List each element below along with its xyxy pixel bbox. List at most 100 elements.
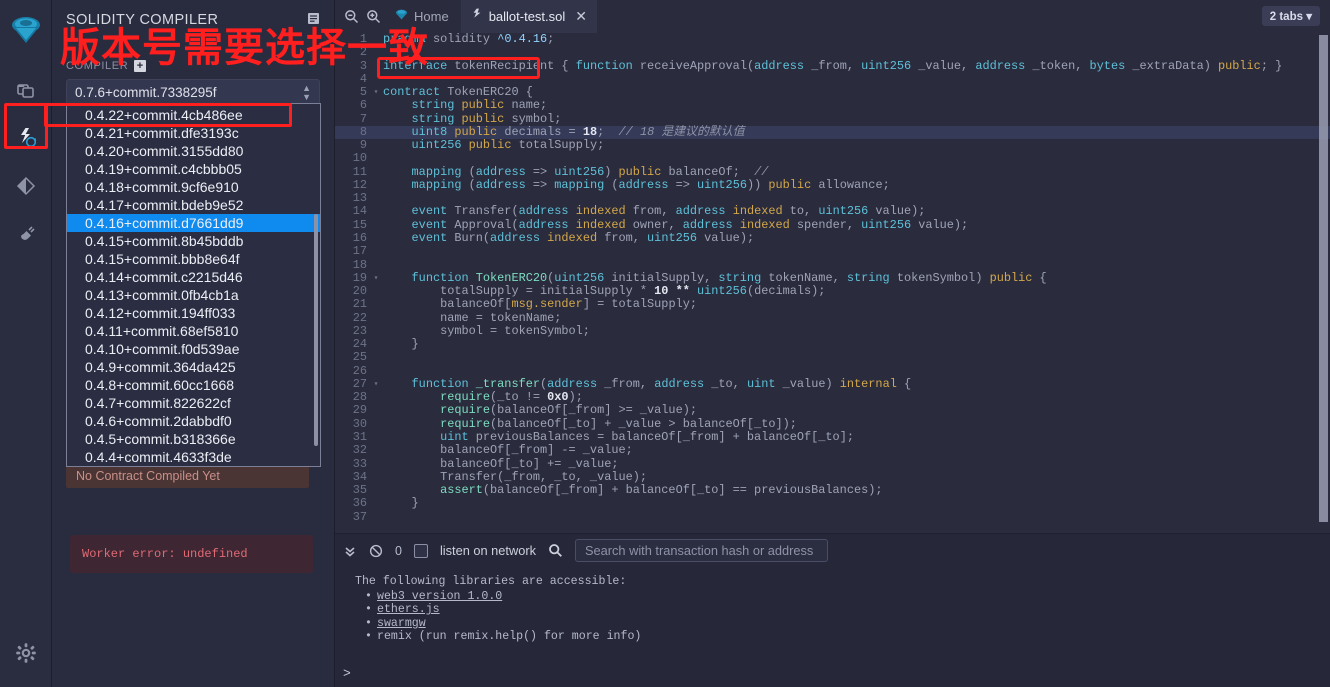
dropdown-item[interactable]: 0.4.4+commit.4633f3de	[67, 448, 320, 466]
code-line[interactable]: 5 ▾ contract TokenERC20 {	[335, 85, 1330, 99]
tab-home[interactable]: Home	[385, 0, 459, 33]
fold-marker[interactable]	[371, 431, 381, 444]
code-line[interactable]: 31 uint previousBalances = balanceOf[_fr…	[335, 430, 1330, 444]
editor-vertical-scrollbar[interactable]	[1319, 35, 1328, 522]
tab-close-icon[interactable]: ✕	[575, 8, 587, 25]
code-line[interactable]: 4	[335, 72, 1330, 86]
dropdown-item[interactable]: 0.4.16+commit.d7661dd9	[67, 214, 320, 232]
dropdown-item[interactable]: 0.4.22+commit.4cb486ee	[67, 106, 320, 124]
transaction-search-input[interactable]	[574, 539, 828, 562]
code-line[interactable]: 23 symbol = tokenSymbol;	[335, 324, 1330, 338]
dropdown-item[interactable]: 0.4.15+commit.8b45bddb	[67, 232, 320, 250]
fold-marker[interactable]	[371, 285, 381, 298]
code-line[interactable]: 21 balanceOf[msg.sender] = totalSupply;	[335, 298, 1330, 312]
code-line[interactable]: 26	[335, 364, 1330, 378]
dropdown-item[interactable]: 0.4.19+commit.c4cbbb05	[67, 160, 320, 178]
dropdown-item[interactable]: 0.4.18+commit.9cf6e910	[67, 178, 320, 196]
documentation-icon[interactable]	[307, 12, 320, 30]
fold-marker[interactable]	[371, 404, 381, 417]
code-line[interactable]: 25	[335, 351, 1330, 365]
fold-marker[interactable]	[371, 33, 381, 46]
dropdown-item[interactable]: 0.4.14+commit.c2215d46	[67, 268, 320, 286]
fold-marker[interactable]	[371, 139, 381, 152]
dropdown-item[interactable]: 0.4.21+commit.dfe3193c	[67, 124, 320, 142]
fold-marker[interactable]	[371, 73, 381, 86]
code-line[interactable]: 28 require(_to != 0x0);	[335, 390, 1330, 404]
code-line[interactable]: 3 interface tokenRecipient { function rec…	[335, 59, 1330, 73]
code-line[interactable]: 8 uint8 public decimals = 18; // 18 是建议的…	[335, 125, 1330, 140]
clear-console-icon[interactable]	[369, 544, 383, 558]
fold-marker[interactable]	[371, 126, 381, 139]
fold-marker[interactable]	[371, 46, 381, 59]
fold-marker[interactable]	[371, 179, 381, 192]
fold-marker[interactable]	[371, 152, 381, 165]
fold-marker[interactable]	[371, 365, 381, 378]
fold-marker[interactable]	[371, 219, 381, 232]
fold-marker[interactable]	[371, 418, 381, 431]
dropdown-item[interactable]: 0.4.5+commit.b318366e	[67, 430, 320, 448]
plugin-manager-icon[interactable]	[6, 214, 46, 254]
fold-marker[interactable]	[371, 458, 381, 471]
fold-marker[interactable]	[371, 245, 381, 258]
fold-marker[interactable]	[371, 444, 381, 457]
tabs-count-dropdown[interactable]: 2 tabs ▾	[1261, 6, 1320, 26]
code-line[interactable]: 36 }	[335, 497, 1330, 511]
fold-marker[interactable]	[371, 232, 381, 245]
fold-marker[interactable]: ▾	[371, 272, 381, 285]
code-line[interactable]: 12 mapping (address => mapping (address …	[335, 178, 1330, 192]
settings-gear-icon[interactable]	[6, 633, 46, 673]
fold-marker[interactable]	[371, 338, 381, 351]
fold-marker[interactable]	[371, 99, 381, 112]
collapse-terminal-icon[interactable]	[343, 544, 357, 558]
code-line[interactable]: 20 totalSupply = initialSupply * 10 ** u…	[335, 284, 1330, 298]
compiler-version-select[interactable]: 0.7.6+commit.7338295f ▲ ▼	[66, 79, 320, 105]
code-lines[interactable]: 1 pragma solidity ^0.4.16; 2 3 interface tok…	[335, 33, 1330, 524]
tab-ballot-test-sol[interactable]: ballot-test.sol ✕	[460, 0, 598, 33]
fold-marker[interactable]	[371, 391, 381, 404]
dropdown-item[interactable]: 0.4.6+commit.2dabbdf0	[67, 412, 320, 430]
fold-marker[interactable]	[371, 351, 381, 364]
fold-marker[interactable]	[371, 113, 381, 126]
fold-marker[interactable]	[371, 497, 381, 510]
code-line[interactable]: 13	[335, 191, 1330, 205]
dropdown-item[interactable]: 0.4.7+commit.822622cf	[67, 394, 320, 412]
compiler-version-dropdown[interactable]: 0.4.22+commit.4cb486ee 0.4.21+commit.dfe3…	[66, 103, 321, 467]
fold-marker[interactable]	[371, 484, 381, 497]
library-link[interactable]: swarmgw	[377, 617, 426, 630]
code-line[interactable]: 17	[335, 244, 1330, 258]
code-line[interactable]: 11 mapping (address => uint256) public b…	[335, 165, 1330, 179]
code-line[interactable]: 29 require(balanceOf[_from] >= _value);	[335, 404, 1330, 418]
deploy-run-icon[interactable]	[6, 166, 46, 206]
code-line[interactable]: 24 }	[335, 337, 1330, 351]
fold-marker[interactable]: ▾	[371, 86, 381, 99]
dropdown-scrollbar[interactable]	[314, 214, 318, 446]
fold-marker[interactable]	[371, 60, 381, 73]
code-line[interactable]: 37	[335, 510, 1330, 524]
dropdown-item[interactable]: 0.4.10+commit.f0d539ae	[67, 340, 320, 358]
fold-marker[interactable]	[371, 298, 381, 311]
code-line[interactable]: 10	[335, 152, 1330, 166]
code-line[interactable]: 32 balanceOf[_from] -= _value;	[335, 443, 1330, 457]
code-line[interactable]: 16 event Burn(address indexed from, uint…	[335, 231, 1330, 245]
code-line[interactable]: 1 pragma solidity ^0.4.16;	[335, 33, 1330, 46]
library-list-item[interactable]: ethers.js	[365, 603, 1330, 616]
listen-on-network-checkbox[interactable]	[413, 543, 428, 558]
fold-marker[interactable]	[371, 471, 381, 484]
code-line[interactable]: 34 Transfer(_from, _to, _value);	[335, 470, 1330, 484]
zoom-in-icon[interactable]	[363, 6, 383, 26]
file-explorer-icon[interactable]	[6, 70, 46, 110]
fold-marker[interactable]	[371, 166, 381, 179]
code-line[interactable]: 33 balanceOf[_to] += _value;	[335, 457, 1330, 471]
fold-marker[interactable]	[371, 325, 381, 338]
code-line[interactable]: 30 require(balanceOf[_to] + _value > bal…	[335, 417, 1330, 431]
dropdown-item[interactable]: 0.4.17+commit.bdeb9e52	[67, 196, 320, 214]
code-line[interactable]: 22 name = tokenName;	[335, 311, 1330, 325]
code-line[interactable]: 2	[335, 45, 1330, 59]
dropdown-item[interactable]: 0.4.8+commit.60cc1668	[67, 376, 320, 394]
library-list-item[interactable]: web3 version 1.0.0	[365, 590, 1330, 603]
dropdown-item[interactable]: 0.4.12+commit.194ff033	[67, 304, 320, 322]
fold-marker[interactable]	[371, 511, 381, 524]
code-line[interactable]: 9 uint256 public totalSupply;	[335, 138, 1330, 152]
library-list-item[interactable]: swarmgw	[365, 617, 1330, 630]
code-line[interactable]: 14 event Transfer(address indexed from, …	[335, 205, 1330, 219]
